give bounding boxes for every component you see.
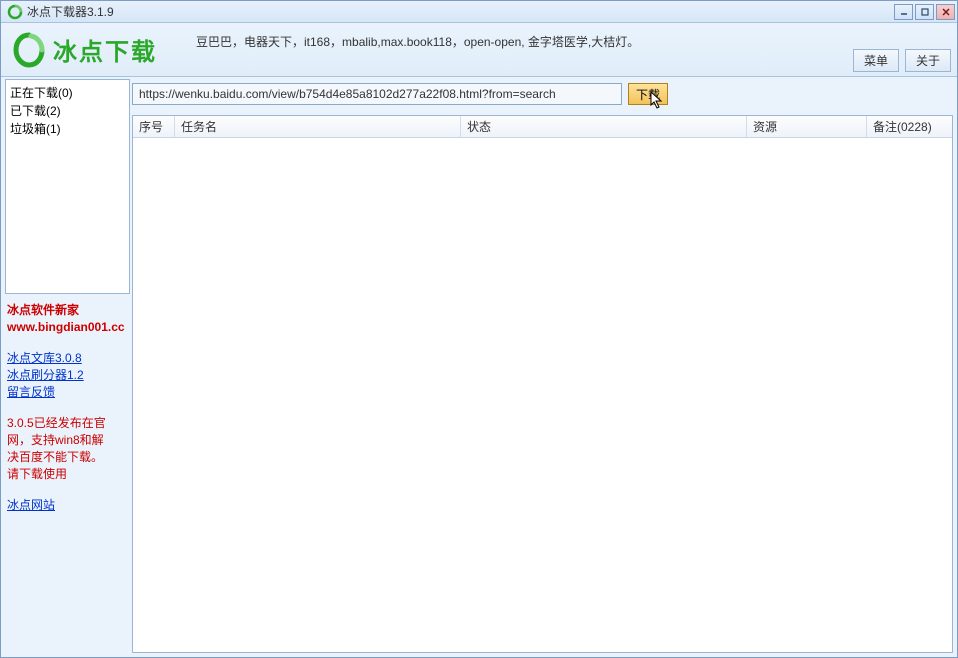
url-row: 下载 [132,79,953,111]
sidebar-status-list: 正在下载(0) 已下载(2) 垃圾箱(1) [5,79,130,294]
download-button[interactable]: 下载 [628,83,668,105]
logo: 冰点下载 [11,32,157,68]
menu-button[interactable]: 菜单 [853,49,899,72]
notice-line-1: 3.0.5已经发布在官 [7,415,128,432]
header-buttons: 菜单 关于 [853,49,951,72]
promo-url: www.bingdian001.cc [7,319,128,336]
logo-icon [11,32,47,68]
col-resource[interactable]: 资源 [747,116,867,137]
sidebar: 正在下载(0) 已下载(2) 垃圾箱(1) 冰点软件新家 www.bingdia… [1,77,130,657]
link-wenku[interactable]: 冰点文库3.0.8 [7,350,128,367]
sidebar-item-downloading[interactable]: 正在下载(0) [10,84,125,102]
minimize-button[interactable] [894,4,913,20]
table-header: 序号 任务名 状态 资源 备注(0228) [133,116,952,138]
about-button[interactable]: 关于 [905,49,951,72]
header: 冰点下载 豆巴巴，电器天下，it168，mbalib,max.book118，o… [1,23,957,77]
marquee-text: 豆巴巴，电器天下，it168，mbalib,max.book118，open-o… [196,33,639,50]
main: 下载 序号 任务名 状态 资源 备注(0228) [130,77,957,657]
window-controls [894,4,955,20]
promo-title: 冰点软件新家 [7,302,128,319]
titlebar[interactable]: 冰点下载器3.1.9 [1,1,957,23]
col-index[interactable]: 序号 [133,116,175,137]
maximize-button[interactable] [915,4,934,20]
sidebar-info: 冰点软件新家 www.bingdian001.cc 冰点文库3.0.8 冰点刷分… [5,294,130,522]
sidebar-item-downloaded[interactable]: 已下载(2) [10,102,125,120]
link-shuafen[interactable]: 冰点刷分器1.2 [7,367,128,384]
task-table: 序号 任务名 状态 资源 备注(0228) [132,115,953,653]
sidebar-item-trash[interactable]: 垃圾箱(1) [10,120,125,138]
col-status[interactable]: 状态 [461,116,747,137]
body: 正在下载(0) 已下载(2) 垃圾箱(1) 冰点软件新家 www.bingdia… [1,77,957,657]
notice-line-4: 请下载使用 [7,466,128,483]
notice-line-3: 决百度不能下载。 [7,449,128,466]
col-note[interactable]: 备注(0228) [867,116,952,137]
col-taskname[interactable]: 任务名 [175,116,461,137]
link-feedback[interactable]: 留言反馈 [7,384,128,401]
app-window: 冰点下载器3.1.9 冰点下载 豆巴巴，电器天下，it168，mbalib,ma… [0,0,958,658]
app-icon [7,4,23,20]
window-title: 冰点下载器3.1.9 [27,3,894,20]
logo-text: 冰点下载 [53,32,157,67]
notice-line-2: 网，支持win8和解 [7,432,128,449]
link-site[interactable]: 冰点网站 [7,497,128,514]
close-button[interactable] [936,4,955,20]
url-input[interactable] [132,83,622,105]
